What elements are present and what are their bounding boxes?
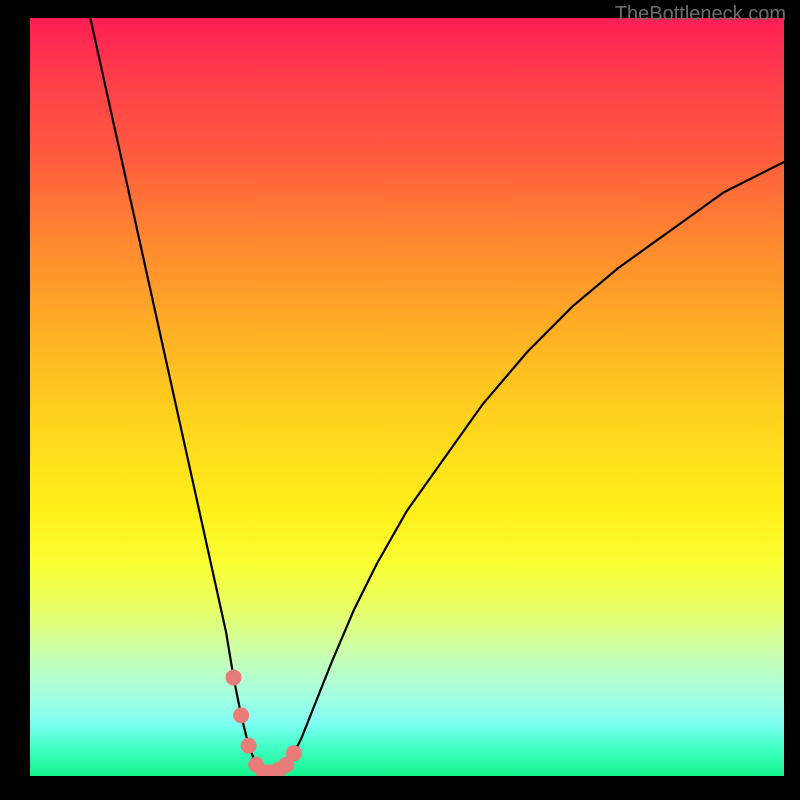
chart-plot-area: [30, 18, 784, 776]
bottleneck-curve-line: [90, 18, 784, 772]
curve-marker: [233, 707, 249, 723]
watermark-text: TheBottleneck.com: [615, 3, 786, 26]
curve-marker: [286, 745, 302, 761]
chart-stage: TheBottleneck.com: [0, 0, 800, 800]
curve-markers: [226, 669, 302, 776]
curve-marker: [241, 738, 257, 754]
curve-marker: [226, 669, 242, 685]
chart-curve: [30, 18, 784, 776]
